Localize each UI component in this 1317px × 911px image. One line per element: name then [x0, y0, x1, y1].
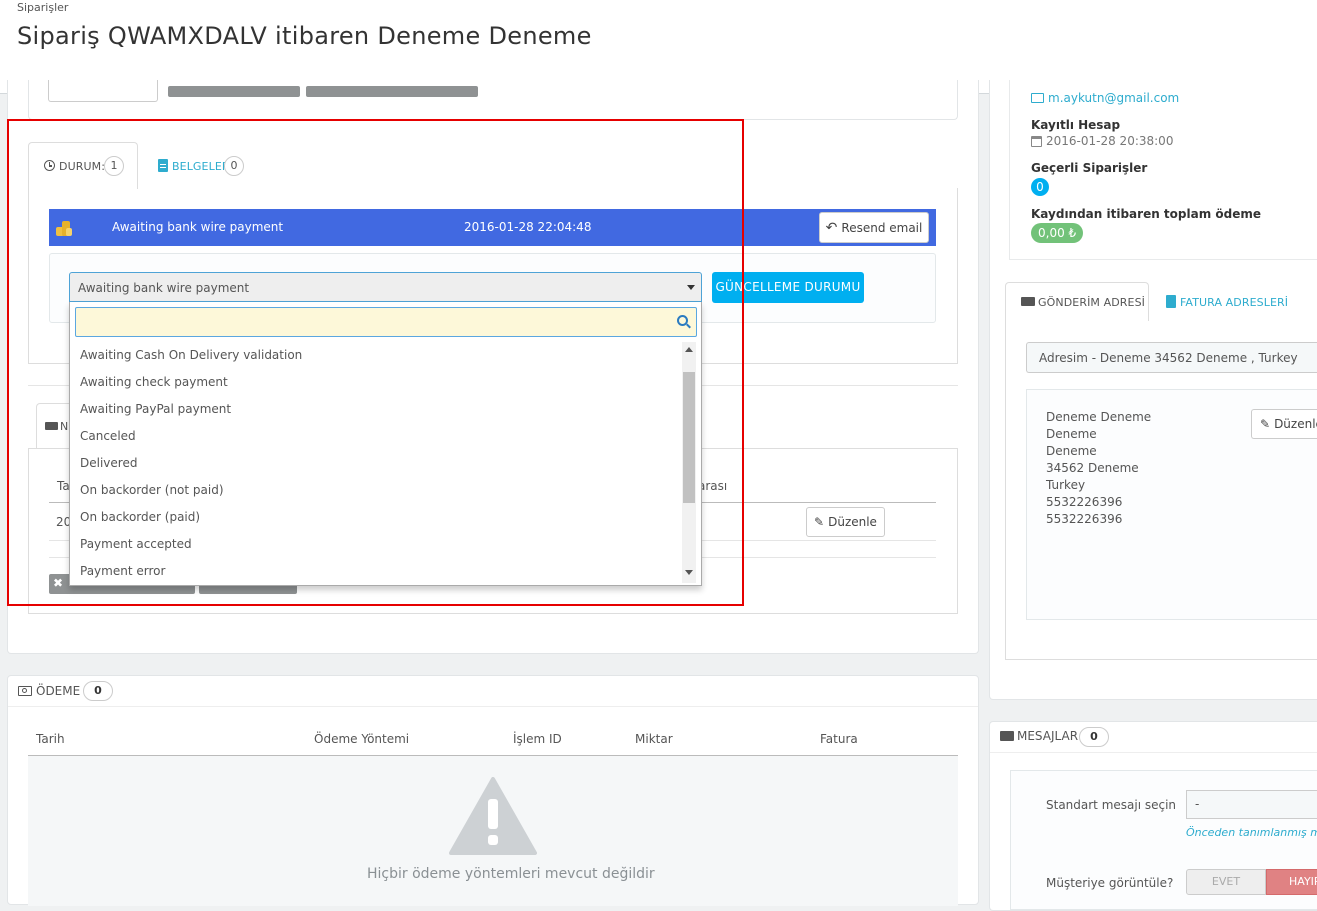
visible-yes-label: EVET: [1211, 875, 1241, 888]
payment-title: ÖDEME: [36, 684, 81, 698]
payment-empty-text: Hiçbir ödeme yöntemleri mevcut değildir: [367, 866, 655, 882]
reply-icon: ↶: [825, 219, 838, 236]
pencil-icon: ✎: [1260, 417, 1271, 431]
envelope-icon: [1031, 93, 1044, 103]
shipping-edit-label: Düzenle: [828, 515, 877, 529]
address-panel: GÖNDERİM ADRESİ FATURA ADRESLERİ Adresim…: [1005, 282, 1317, 660]
messages-count: 0: [1079, 727, 1109, 747]
messages-header-divider: [990, 752, 1317, 753]
payment-col-invoice: Fatura: [820, 732, 858, 746]
breadcrumb[interactable]: Siparişler: [17, 1, 68, 14]
pencil-icon: ✎: [814, 515, 825, 529]
top-grey-button-1[interactable]: [168, 86, 300, 97]
address-line: 5532226396: [1046, 512, 1123, 526]
top-grey-button-2[interactable]: [306, 86, 478, 97]
payment-count: 0: [83, 681, 113, 701]
money-icon: [18, 686, 32, 696]
total-paid-label: Kaydından itibaren toplam ödeme: [1031, 207, 1262, 221]
total-paid-value: 0,00 ₺: [1031, 223, 1084, 243]
address-line: 34562 Deneme: [1046, 461, 1139, 475]
document-icon: [1166, 295, 1176, 308]
payment-col-method: Ödeme Yöntemi: [314, 732, 410, 746]
address-select[interactable]: Adresim - Deneme 34562 Deneme , Turkey: [1026, 342, 1317, 373]
tab-invoice-address-label[interactable]: FATURA ADRESLERİ: [1180, 296, 1288, 309]
address-card: Deneme Deneme Deneme Deneme 34562 Deneme…: [1026, 389, 1317, 620]
payment-panel: ÖDEME 0 Tarih Ödeme Yöntemi İşlem ID Mik…: [7, 675, 979, 906]
address-line: 5532226396: [1046, 495, 1123, 509]
warning-icon: [449, 777, 537, 855]
page-title: Sipariş QWAMXDALV itibaren Deneme Deneme: [17, 22, 592, 50]
standard-message-select[interactable]: -: [1186, 790, 1317, 819]
address-edit-button[interactable]: ✎ Düzenle: [1251, 409, 1317, 439]
visible-yes-toggle[interactable]: EVET: [1186, 869, 1266, 895]
shipping-edit-button[interactable]: ✎ Düzenle: [806, 507, 885, 537]
address-select-value: Adresim - Deneme 34562 Deneme , Turkey: [1039, 351, 1298, 365]
valid-orders-label: Geçerli Siparişler: [1031, 161, 1148, 175]
valid-orders-count: 0: [1031, 178, 1049, 196]
print-order-button[interactable]: [48, 80, 158, 102]
highlight-box: [7, 119, 744, 606]
envelope-icon: [1000, 731, 1014, 741]
tab-shipping-address-label: GÖNDERİM ADRESİ: [1038, 296, 1146, 309]
payment-col-transaction: İşlem ID: [513, 732, 562, 746]
calendar-icon: [1031, 136, 1042, 147]
standard-message-label: Standart mesajı seçin: [1046, 798, 1177, 812]
visible-to-customer-label: Müşteriye görüntüle?: [1046, 876, 1174, 890]
address-edit-label: Düzenle: [1274, 417, 1317, 431]
payment-header-divider: [8, 706, 978, 707]
customer-email[interactable]: m.aykutn@gmail.com: [1048, 91, 1179, 105]
payment-col-date: Tarih: [36, 732, 65, 746]
resend-email-button[interactable]: ↶ Resend email: [819, 212, 929, 243]
predefined-messages-link[interactable]: Önceden tanımlanmış m: [1186, 826, 1317, 839]
resend-email-label: Resend email: [841, 220, 923, 235]
truck-icon: [1021, 297, 1035, 306]
address-line: Deneme Deneme: [1046, 410, 1152, 424]
address-line: Deneme: [1046, 427, 1097, 441]
registered-date: 2016-01-28 20:38:00: [1046, 134, 1174, 148]
standard-message-value: -: [1195, 797, 1200, 811]
messages-panel: MESAJLAR 0 Standart mesajı seçin - Önced…: [989, 721, 1317, 911]
visible-no-label: HAYIR: [1289, 875, 1317, 888]
messages-title: MESAJLAR: [1017, 729, 1079, 743]
address-line: Turkey: [1046, 478, 1086, 492]
address-line: Deneme: [1046, 444, 1097, 458]
customer-inner: m.aykutn@gmail.com Kayıtlı Hesap 2016-01…: [1009, 80, 1317, 260]
payment-col-amount: Miktar: [635, 732, 673, 746]
visible-no-toggle[interactable]: HAYIR: [1266, 869, 1317, 895]
registered-label: Kayıtlı Hesap: [1031, 118, 1121, 132]
